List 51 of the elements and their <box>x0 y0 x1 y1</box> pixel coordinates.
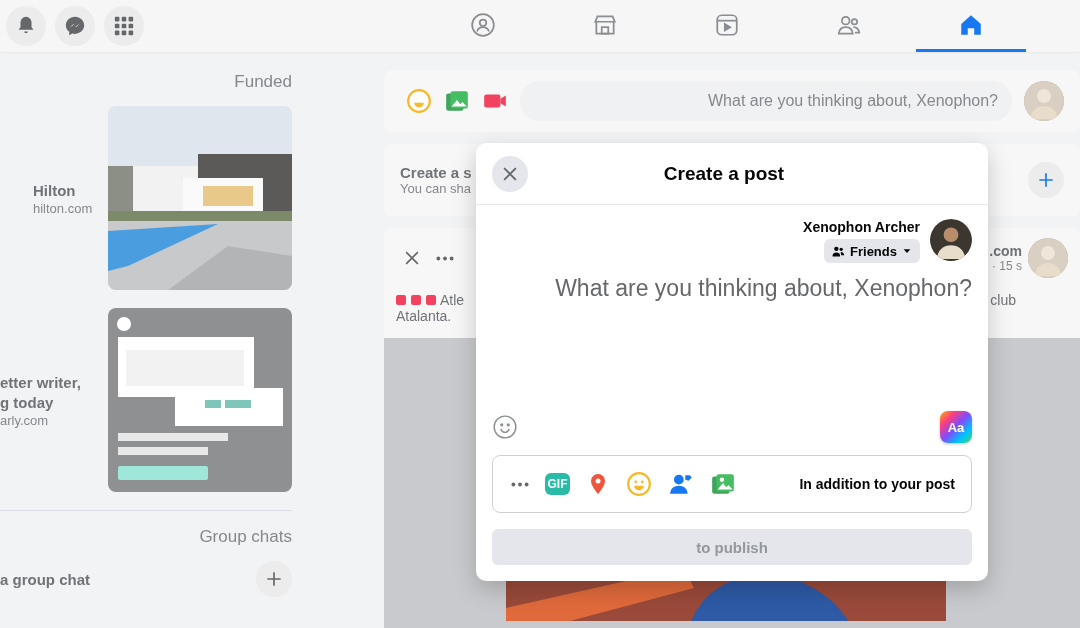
plus-icon <box>1036 170 1056 190</box>
video-icon <box>714 11 740 38</box>
caret-icon <box>902 246 912 256</box>
ad-title[interactable]: etter writer, <box>0 372 108 393</box>
dots-icon <box>511 481 529 487</box>
gif-button[interactable]: GIF <box>545 473 570 495</box>
plus-icon <box>264 569 284 589</box>
add-button[interactable] <box>1028 162 1064 198</box>
avatar-icon <box>1028 238 1068 278</box>
story-subtitle: You can sha <box>400 181 472 196</box>
menu-button[interactable] <box>104 6 144 46</box>
post-text: Atle <box>440 292 465 308</box>
author-name: Xenophon Archer <box>803 219 920 235</box>
ad-title[interactable]: g today <box>0 392 108 413</box>
photo-button[interactable] <box>710 471 736 497</box>
add-button[interactable] <box>256 561 292 597</box>
section-title: Funded <box>233 72 292 92</box>
dots-icon <box>436 255 454 261</box>
post-input[interactable]: What are you thinking about, Xenophon? <box>520 81 1012 121</box>
avatar-icon <box>930 219 972 261</box>
post-text: Atalanta. <box>395 308 453 324</box>
dialog-title: Create a post <box>662 162 786 185</box>
avatar-icon <box>1024 81 1064 121</box>
post-text: club <box>990 292 1016 308</box>
notifications-button[interactable] <box>6 6 46 46</box>
feeling-button[interactable] <box>626 471 652 497</box>
photos-icon <box>710 471 736 497</box>
ad-domain: arly.com <box>0 412 50 428</box>
post-text-field[interactable]: What are you thinking about, Xenophon? <box>492 275 972 333</box>
audience-button[interactable]: Friends <box>824 239 920 263</box>
smiley-icon <box>492 414 518 440</box>
more-button[interactable] <box>511 481 529 487</box>
messenger-icon <box>64 15 86 37</box>
ad-domain: hilton.com <box>33 200 94 216</box>
section-title: Group chats <box>198 527 292 547</box>
smiley-icon <box>626 471 652 497</box>
emoji-button[interactable] <box>492 414 518 440</box>
text-style-button[interactable]: Aa <box>940 411 972 443</box>
post-author[interactable]: .com <box>989 243 1022 259</box>
smiley-icon <box>406 88 432 114</box>
apps-icon <box>113 15 135 37</box>
story-title: Create a s <box>400 164 472 181</box>
friends-icon <box>832 244 846 258</box>
post-time: · 15 s <box>992 259 1022 273</box>
ad-title[interactable]: Hilton <box>33 180 108 201</box>
people-circle-icon <box>470 11 496 38</box>
create-group-label[interactable]: a group chat <box>0 570 90 588</box>
add-to-post-label: In addition to your post <box>799 476 955 492</box>
messenger-button[interactable] <box>55 6 95 46</box>
close-button[interactable] <box>492 155 528 192</box>
photos-icon <box>444 88 470 114</box>
